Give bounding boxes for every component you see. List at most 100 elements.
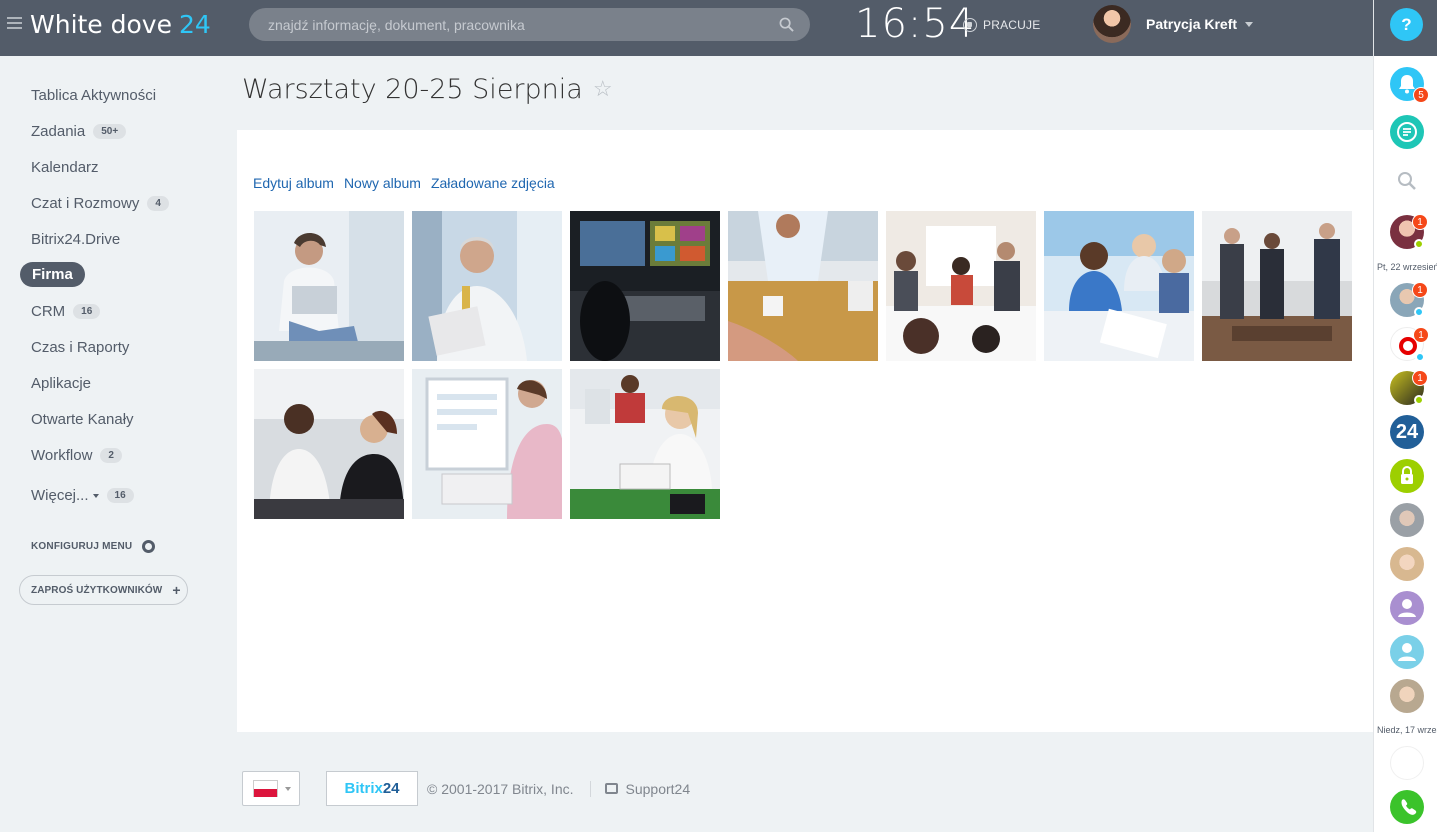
logo-number: 24 — [178, 10, 211, 39]
user-name: Patrycja Kreft — [1146, 16, 1238, 32]
search-icon[interactable] — [1390, 164, 1424, 198]
menu-item-workflow[interactable]: Workflow 2 — [31, 447, 122, 464]
work-status[interactable]: PRACUJE — [963, 17, 1040, 33]
chat-avatar[interactable] — [1390, 679, 1424, 713]
chat-avatar[interactable] — [1390, 503, 1424, 537]
invite-users-label: ZAPROŚ UŻYTKOWNIKÓW — [31, 584, 163, 596]
menu-item-crm[interactable]: CRM 16 — [31, 303, 101, 320]
menu-item-open-channels[interactable]: Otwarte Kanały — [31, 411, 134, 428]
menu-item-chat[interactable]: Czat i Rozmowy 4 — [31, 195, 169, 212]
counter-badge: 16 — [106, 488, 134, 503]
invite-users-button[interactable]: ZAPROŚ UŻYTKOWNIKÓW + — [19, 575, 188, 605]
work-status-label: PRACUJE — [983, 18, 1041, 32]
chat-badge: 1 — [1412, 214, 1428, 230]
gear-icon — [142, 540, 156, 553]
bitrix24-logo[interactable]: Bitrix 24 — [326, 771, 418, 806]
photo-thumbnail[interactable] — [886, 211, 1036, 361]
counter-badge: 4 — [147, 196, 169, 211]
counter-badge: 2 — [100, 448, 122, 463]
search-icon[interactable] — [779, 17, 794, 32]
search-box[interactable] — [249, 8, 810, 41]
timeman-icon[interactable] — [1390, 115, 1424, 149]
star-icon[interactable]: ☆ — [593, 77, 613, 102]
user-menu[interactable]: Patrycja Kreft — [1093, 5, 1254, 43]
menu-burger-icon[interactable] — [7, 17, 22, 30]
chat-avatar[interactable]: 1 — [1390, 282, 1428, 317]
right-sidebar: ? 5 1 Pt, 22 wrzesień 1 1 1 24 Niedz, 17… — [1373, 0, 1437, 832]
divider — [589, 780, 591, 797]
menu-item-company[interactable]: Firma — [20, 262, 85, 287]
configure-menu-label: KONFIGURUJ MENU — [31, 541, 133, 552]
menu-item-applications[interactable]: Aplikacje — [31, 375, 91, 392]
album-panel: Edytuj album Nowy album Załadowane zdjęc… — [237, 130, 1373, 732]
photo-thumbnail[interactable] — [254, 211, 404, 361]
chat-badge: 1 — [1412, 370, 1428, 386]
phone-icon[interactable] — [1390, 790, 1424, 824]
menu-item-label: Więcej... — [31, 487, 89, 504]
stop-icon — [963, 18, 977, 32]
date-label: Pt, 22 wrzesień — [1377, 262, 1437, 272]
chat-avatar[interactable]: 1 — [1390, 214, 1428, 249]
chat-avatar[interactable] — [1390, 547, 1424, 581]
page-title-text: Warsztaty 20-25 Sierpnia — [242, 74, 583, 105]
photo-thumbnail[interactable] — [254, 369, 404, 519]
plus-icon: + — [172, 582, 181, 598]
help-button[interactable]: ? — [1390, 8, 1423, 41]
bitrix24-support-icon[interactable]: 24 — [1390, 415, 1424, 449]
right-sidebar-top: ? — [1374, 0, 1437, 56]
language-selector[interactable] — [242, 771, 300, 806]
chat-badge: 1 — [1413, 327, 1429, 343]
uploaded-photos-link[interactable]: Załadowane zdjęcia — [431, 175, 555, 191]
menu-item-more[interactable]: Więcej... 16 — [31, 487, 134, 504]
online-indicator — [1415, 352, 1425, 362]
menu-item-label: Aplikacje — [31, 375, 92, 392]
support-link[interactable]: Support24 — [604, 781, 690, 797]
menu-item-activity-stream[interactable]: Tablica Aktywności — [31, 87, 156, 104]
lock-icon[interactable] — [1390, 459, 1424, 493]
menu-item-label: Firma — [32, 266, 73, 283]
menu-item-label: Bitrix24.Drive — [31, 231, 121, 248]
notifications-bell-icon[interactable]: 5 — [1390, 67, 1429, 103]
menu-item-label: Kalendarz — [31, 159, 99, 176]
menu-item-tasks[interactable]: Zadania 50+ — [31, 123, 127, 140]
photo-thumbnail[interactable] — [1202, 211, 1352, 361]
menu-item-time-reports[interactable]: Czas i Raporty — [31, 339, 129, 356]
logo-text: White dove — [30, 10, 172, 39]
photo-thumbnail[interactable] — [570, 211, 720, 361]
copyright-text: © 2001-2017 Bitrix, Inc. — [427, 780, 574, 797]
menu-item-label: Tablica Aktywności — [31, 87, 157, 104]
menu-item-label: Czas i Raporty — [31, 339, 130, 356]
menu-item-label: Zadania — [31, 123, 86, 140]
counter-badge: 50+ — [93, 124, 127, 139]
chevron-down-icon — [92, 493, 99, 498]
photo-thumbnail[interactable] — [728, 211, 878, 361]
photo-thumbnail[interactable] — [412, 369, 562, 519]
photo-thumbnail[interactable] — [412, 211, 562, 361]
online-indicator — [1414, 395, 1424, 405]
logo[interactable]: White dove 24 — [30, 10, 211, 39]
chat-avatar[interactable]: 1 — [1390, 370, 1428, 405]
configure-menu-button[interactable]: KONFIGURUJ MENU — [31, 540, 156, 553]
online-indicator — [1414, 239, 1424, 249]
user-placeholder-icon[interactable] — [1390, 591, 1424, 625]
chat-icon — [604, 783, 618, 794]
photo-thumbnail[interactable] — [570, 369, 720, 519]
menu-item-label: CRM — [31, 303, 66, 320]
photo-thumbnail[interactable] — [1044, 211, 1194, 361]
menu-item-label: Workflow — [31, 447, 93, 464]
notifications-count: 5 — [1413, 87, 1429, 103]
chevron-down-icon — [1245, 21, 1254, 27]
menu-item-drive[interactable]: Bitrix24.Drive — [31, 231, 120, 248]
empty-slot[interactable] — [1390, 746, 1424, 780]
user-placeholder-icon[interactable] — [1390, 635, 1424, 669]
menu-item-calendar[interactable]: Kalendarz — [31, 159, 99, 176]
album-actions: Edytuj album Nowy album Załadowane zdjęc… — [253, 175, 565, 191]
menu-item-label: Czat i Rozmowy — [31, 195, 140, 212]
online-indicator — [1414, 307, 1424, 317]
chat-avatar-openlines[interactable]: 1 — [1390, 327, 1429, 362]
search-input[interactable] — [268, 8, 768, 41]
new-album-link[interactable]: Nowy album — [344, 175, 421, 191]
top-header: White dove24 16:54 PRACUJE Patrycja Kref… — [0, 0, 1373, 56]
edit-album-link[interactable]: Edytuj album — [253, 175, 334, 191]
clock[interactable]: 16:54 — [855, 1, 975, 47]
